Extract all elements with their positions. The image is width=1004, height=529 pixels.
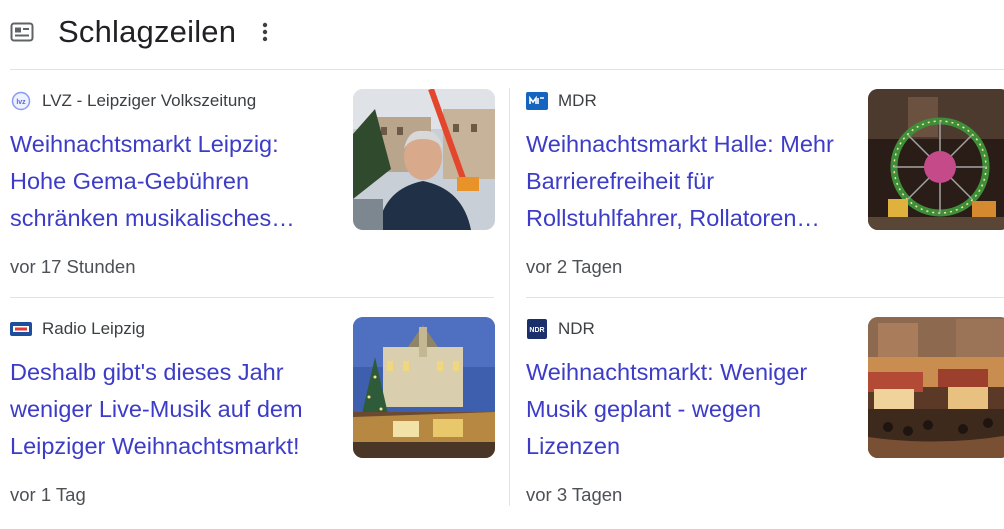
article-thumbnail[interactable] bbox=[353, 317, 495, 458]
news-source: NDR NDR bbox=[526, 318, 595, 340]
section-title: Schlagzeilen bbox=[58, 14, 237, 49]
radio-leipzig-logo-icon bbox=[10, 320, 32, 338]
lvz-logo-icon: lvz bbox=[10, 91, 32, 111]
news-card[interactable]: NDR NDR Weihnachtsmarkt: Weniger Musik g… bbox=[526, 314, 1004, 524]
row-divider bbox=[10, 297, 494, 298]
header-divider bbox=[10, 69, 1004, 70]
article-thumbnail[interactable] bbox=[868, 89, 1004, 230]
source-name: MDR bbox=[558, 91, 597, 110]
news-card[interactable]: Radio Leipzig Deshalb gibt's dieses Jahr… bbox=[10, 314, 495, 524]
source-name: Radio Leipzig bbox=[42, 319, 146, 338]
news-source: lvz LVZ - Leipziger Volkszeitung bbox=[10, 90, 256, 112]
timestamp: vor 2 Tagen bbox=[526, 256, 623, 277]
section-header: Schlagzeilen bbox=[10, 12, 268, 52]
newspaper-icon bbox=[10, 21, 36, 43]
article-thumbnail[interactable] bbox=[868, 317, 1004, 458]
news-card[interactable]: lvz LVZ - Leipziger Volkszeitung Weihnac… bbox=[10, 86, 495, 296]
row-divider bbox=[526, 297, 1004, 298]
ndr-logo-icon: NDR bbox=[526, 319, 548, 339]
headline-link[interactable]: Deshalb gibt's dieses Jahr weniger Live-… bbox=[10, 354, 335, 465]
headline-link[interactable]: Weihnachtsmarkt: Weniger Musik geplant -… bbox=[526, 354, 851, 465]
news-source: MDR bbox=[526, 90, 597, 112]
source-name: NDR bbox=[558, 319, 595, 338]
svg-text:lvz: lvz bbox=[16, 99, 26, 106]
mdr-logo-icon bbox=[526, 92, 548, 110]
svg-text:NDR: NDR bbox=[529, 327, 544, 334]
headline-link[interactable]: Weihnachtsmarkt Halle: Mehr Barrierefrei… bbox=[526, 126, 851, 237]
timestamp: vor 1 Tag bbox=[10, 484, 86, 505]
headline-link[interactable]: Weihnachtsmarkt Leipzig: Hohe Gema-Gebüh… bbox=[10, 126, 335, 237]
article-thumbnail[interactable] bbox=[353, 89, 495, 230]
timestamp: vor 17 Stunden bbox=[10, 256, 136, 277]
source-name: LVZ - Leipziger Volkszeitung bbox=[42, 91, 257, 110]
news-source: Radio Leipzig bbox=[10, 318, 145, 340]
more-vert-icon[interactable] bbox=[262, 22, 268, 42]
timestamp: vor 3 Tagen bbox=[526, 484, 623, 505]
column-divider bbox=[509, 88, 510, 506]
news-card[interactable]: MDR Weihnachtsmarkt Halle: Mehr Barriere… bbox=[526, 86, 1004, 296]
